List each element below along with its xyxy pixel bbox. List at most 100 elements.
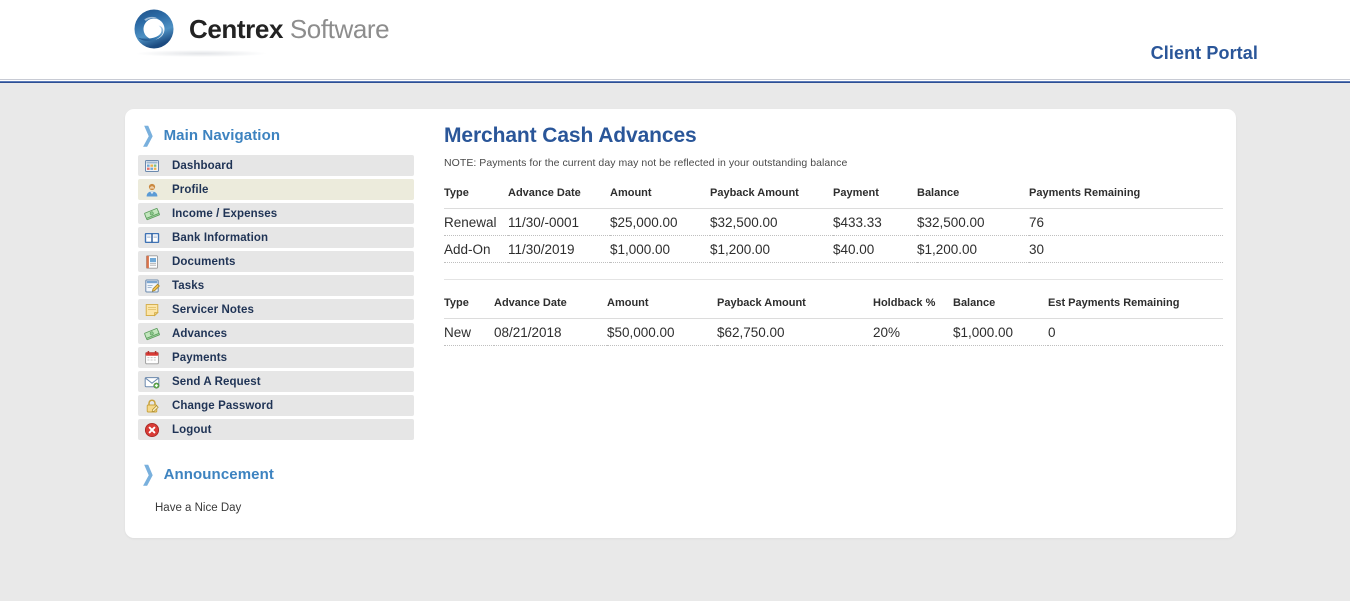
sidebar-item-payments[interactable]: Payments <box>138 347 414 368</box>
task-edit-icon <box>144 278 160 294</box>
announcement-text: Have a Nice Day <box>155 502 242 514</box>
chevron-right-icon: ❯ <box>141 123 156 147</box>
table-row[interactable]: Renewal 11/30/-0001 $25,000.00 $32,500.0… <box>444 208 1223 236</box>
sidebar-item-label: Income / Expenses <box>172 207 278 220</box>
logout-close-icon <box>144 422 160 438</box>
sidebar-item-dashboard[interactable]: Dashboard <box>138 155 414 176</box>
sticky-note-icon <box>144 302 160 318</box>
header-hairline <box>0 79 1350 80</box>
announcement-title: Announcement <box>163 465 274 483</box>
sidebar-item-income-expenses[interactable]: Income / Expenses <box>138 203 414 224</box>
column-header: Payback Amount <box>717 297 873 319</box>
column-header: Amount <box>607 297 717 319</box>
column-header: Type <box>444 297 494 319</box>
cell-balance: $32,500.00 <box>917 208 1029 236</box>
main-navigation-heading: ❯ Main Navigation <box>138 123 426 147</box>
sidebar-item-profile[interactable]: Profile <box>138 179 414 200</box>
cell-payments-remaining: 30 <box>1029 235 1223 263</box>
table-spacer <box>444 280 1225 297</box>
sidebar-item-documents[interactable]: Documents <box>138 251 414 272</box>
main-navigation-list: Dashboard Profile Income / Expenses Bank… <box>138 155 414 440</box>
page-body: ❯ Main Navigation Dashboard Profile Inco… <box>0 83 1350 598</box>
sidebar-item-servicer-notes[interactable]: Servicer Notes <box>138 299 414 320</box>
cell-advance-date: 11/30/-0001 <box>508 208 610 236</box>
table-row[interactable]: Add-On 11/30/2019 $1,000.00 $1,200.00 $4… <box>444 235 1223 263</box>
sidebar-item-label: Advances <box>172 327 228 340</box>
cell-payment: $433.33 <box>833 208 917 236</box>
sidebar: ❯ Main Navigation Dashboard Profile Inco… <box>138 109 426 514</box>
sidebar-item-label: Dashboard <box>172 159 233 172</box>
sidebar-item-label: Send A Request <box>172 375 261 388</box>
column-header: Amount <box>610 187 710 209</box>
main-navigation-title: Main Navigation <box>163 126 281 144</box>
cell-type: New <box>444 318 494 346</box>
sidebar-item-label: Payments <box>172 351 228 364</box>
cell-payment: $40.00 <box>833 235 917 263</box>
brand-name-light: Software <box>289 14 390 44</box>
brand-logo[interactable]: Centrex Software <box>132 6 390 52</box>
table-row[interactable]: New 08/21/2018 $50,000.00 $62,750.00 20%… <box>444 318 1223 346</box>
sidebar-item-label: Logout <box>172 423 212 436</box>
cell-payments-remaining: 76 <box>1029 208 1223 236</box>
cell-payback-amount: $62,750.00 <box>717 318 873 346</box>
open-book-icon <box>144 230 160 246</box>
sidebar-item-label: Documents <box>172 255 236 268</box>
merchant-cash-advances-table: Type Advance Date Amount Payback Amount … <box>444 187 1223 263</box>
chevron-right-icon: ❯ <box>141 462 156 486</box>
sidebar-item-logout[interactable]: Logout <box>138 419 414 440</box>
centrex-circular-swirl-logo-icon <box>132 7 176 51</box>
user-profile-icon <box>144 182 160 198</box>
announcement-heading: ❯ Announcement <box>138 462 426 486</box>
sidebar-item-label: Bank Information <box>172 231 269 244</box>
cell-payback-amount: $1,200.00 <box>710 235 833 263</box>
brand-wordmark: Centrex Software <box>189 14 390 44</box>
sidebar-item-label: Tasks <box>172 279 205 292</box>
sidebar-item-label: Servicer Notes <box>172 303 254 316</box>
document-icon <box>144 254 160 270</box>
holdback-advances-table: Type Advance Date Amount Payback Amount … <box>444 297 1223 346</box>
table-header-row: Type Advance Date Amount Payback Amount … <box>444 187 1223 209</box>
dashboard-grid-icon <box>144 158 160 174</box>
cell-advance-date: 11/30/2019 <box>508 235 610 263</box>
cell-amount: $25,000.00 <box>610 208 710 236</box>
brand-name-bold: Centrex <box>189 14 284 44</box>
column-header: Payback Amount <box>710 187 833 209</box>
content-card: ❯ Main Navigation Dashboard Profile Inco… <box>125 109 1236 538</box>
page-title: Merchant Cash Advances <box>444 124 697 147</box>
sidebar-item-change-password[interactable]: Change Password <box>138 395 414 416</box>
cell-advance-date: 08/21/2018 <box>494 318 607 346</box>
cell-amount: $1,000.00 <box>610 235 710 263</box>
sidebar-item-bank-information[interactable]: Bank Information <box>138 227 414 248</box>
cell-amount: $50,000.00 <box>607 318 717 346</box>
page-header: Centrex Software Client Portal <box>0 0 1350 86</box>
calendar-icon <box>144 350 160 366</box>
column-header: Payments Remaining <box>1029 187 1223 209</box>
column-header: Payment <box>833 187 917 209</box>
padlock-edit-icon <box>144 398 160 414</box>
cell-holdback-percent: 20% <box>873 318 953 346</box>
column-header: Advance Date <box>494 297 607 319</box>
sidebar-item-tasks[interactable]: Tasks <box>138 275 414 296</box>
column-header: Holdback % <box>873 297 953 319</box>
logo-reflection-shadow <box>136 50 266 57</box>
column-header: Balance <box>953 297 1048 319</box>
money-bills-icon <box>144 206 160 222</box>
envelope-icon <box>144 374 160 390</box>
cell-balance: $1,200.00 <box>917 235 1029 263</box>
main-panel: Merchant Cash Advances NOTE: Payments fo… <box>444 109 1225 346</box>
sidebar-item-label: Profile <box>172 183 209 196</box>
cell-type: Renewal <box>444 208 508 236</box>
sidebar-item-label: Change Password <box>172 399 274 412</box>
cell-type: Add-On <box>444 235 508 263</box>
column-header: Balance <box>917 187 1029 209</box>
column-header: Advance Date <box>508 187 610 209</box>
client-portal-title: Client Portal <box>1150 43 1258 63</box>
money-bills-icon <box>144 326 160 342</box>
cell-payback-amount: $32,500.00 <box>710 208 833 236</box>
page-note: NOTE: Payments for the current day may n… <box>444 157 848 169</box>
sidebar-item-advances[interactable]: Advances <box>138 323 414 344</box>
column-header: Type <box>444 187 508 209</box>
sidebar-item-send-a-request[interactable]: Send A Request <box>138 371 414 392</box>
cell-balance: $1,000.00 <box>953 318 1048 346</box>
table-header-row: Type Advance Date Amount Payback Amount … <box>444 297 1223 319</box>
